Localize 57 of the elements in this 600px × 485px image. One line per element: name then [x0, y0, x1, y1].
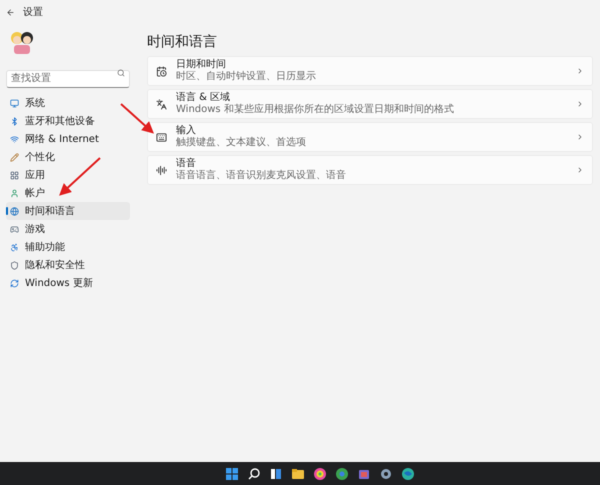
chevron-icon [576, 100, 584, 108]
settings-card[interactable]: 日期和时间 时区、自动时钟设置、日历显示 [147, 56, 593, 86]
sidebar-item[interactable]: 时间和语言 [6, 202, 130, 220]
sidebar-item[interactable]: 帐户 [6, 184, 130, 202]
sidebar-item[interactable]: 个性化 [6, 148, 130, 166]
calendar-clock-icon [156, 66, 167, 76]
sidebar-item[interactable]: 网络 & Internet [6, 130, 130, 148]
color-wheel-icon[interactable] [313, 466, 327, 480]
globe-icon [10, 206, 19, 216]
window-title: 设置 [23, 6, 43, 20]
keyboard-icon [156, 132, 167, 142]
sidebar-item[interactable]: Windows 更新 [6, 274, 130, 292]
shield-icon [10, 260, 19, 270]
card-title: 输入 [176, 125, 197, 136]
settings-card[interactable]: 语音 语音语言、语音识别麦克风设置、语音 [147, 155, 593, 185]
voice-icon [156, 164, 167, 176]
annotation-arrow [59, 157, 101, 196]
sidebar-item[interactable]: 蓝牙和其他设备 [6, 112, 130, 130]
sidebar-item[interactable]: 隐私和安全性 [6, 256, 130, 274]
chevron-icon [576, 166, 584, 174]
wifi-icon [10, 134, 19, 144]
settings-card[interactable]: 语言 & 区域 Windows 和某些应用根据你所在的区域设置日期和时间的格式 [147, 89, 593, 119]
bluetooth-icon [10, 116, 19, 126]
settings-card[interactable]: 输入 触摸键盘、文本建议、首选项 [147, 122, 593, 152]
card-subtitle: 语音语言、语音识别麦克风设置、语音 [176, 170, 347, 182]
user-icon [10, 188, 19, 198]
browser-icon[interactable] [335, 466, 349, 480]
accessibility-icon [10, 242, 19, 252]
start-icon[interactable] [225, 466, 239, 480]
card-subtitle: Windows 和某些应用根据你所在的区域设置日期和时间的格式 [176, 104, 455, 116]
apps-icon [10, 170, 19, 180]
sidebar-item[interactable]: 游戏 [6, 220, 130, 238]
sidebar-item[interactable]: 系统 [6, 94, 130, 112]
language-icon [156, 98, 167, 110]
chevron-icon [576, 67, 584, 75]
annotation-arrow [120, 103, 154, 134]
card-title: 日期和时间 [176, 59, 227, 70]
card-title: 语音 [176, 158, 197, 170]
card-subtitle: 时区、自动时钟设置、日历显示 [176, 71, 317, 83]
card-subtitle: 触摸键盘、文本建议、首选项 [176, 137, 307, 149]
search-icon[interactable] [247, 466, 261, 480]
folder-icon[interactable] [291, 466, 305, 480]
pencil-icon [10, 152, 19, 162]
card-title: 语言 & 区域 [176, 92, 232, 104]
update-icon [10, 278, 19, 288]
search-field[interactable]: 查找设置 [6, 70, 130, 88]
search-icon [117, 69, 125, 77]
back-icon[interactable] [6, 8, 15, 16]
sidebar-item[interactable]: 辅助功能 [6, 238, 130, 256]
monitor-icon [10, 98, 19, 108]
globe-icon[interactable] [401, 466, 415, 480]
gamepad-icon [10, 224, 19, 234]
selection-indicator [6, 207, 8, 215]
page-title: 时间和语言 [147, 33, 218, 52]
chevron-icon [576, 133, 584, 141]
widgets-icon[interactable] [269, 466, 283, 480]
sidebar-item[interactable]: 应用 [6, 166, 130, 184]
